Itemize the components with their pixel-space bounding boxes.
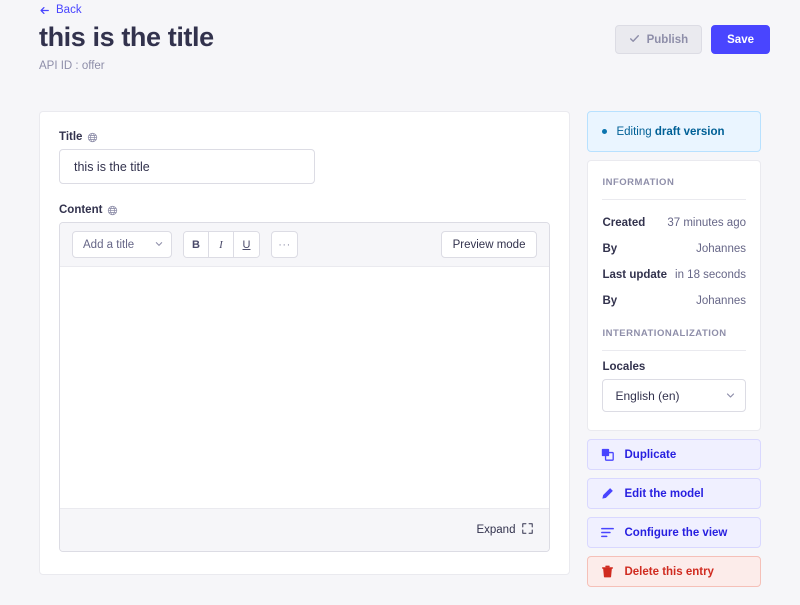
- info-key: By: [602, 243, 617, 255]
- internationalization-section-label: INTERNATIONALIZATION: [602, 328, 746, 351]
- title-label-text: Title: [59, 131, 82, 143]
- heading-select[interactable]: Add a title: [72, 231, 172, 258]
- check-icon: [629, 33, 640, 47]
- save-button[interactable]: Save: [711, 25, 770, 54]
- table-row: Created 37 minutes ago: [602, 210, 746, 236]
- title-field: Title: [59, 131, 550, 184]
- sliders-icon: [601, 526, 614, 539]
- page-title: this is the title: [39, 22, 214, 53]
- back-link[interactable]: Back: [39, 4, 82, 16]
- info-key: Last update: [602, 269, 667, 281]
- editor-toolbar: Add a title B I U ···: [60, 223, 549, 267]
- duplicate-button[interactable]: Duplicate: [587, 439, 761, 470]
- globe-icon: [107, 205, 118, 216]
- header-actions: Publish Save: [615, 20, 770, 54]
- chevron-down-icon: [155, 239, 163, 251]
- header-titles: this is the title API ID : offer: [39, 20, 214, 72]
- bold-button[interactable]: B: [184, 232, 209, 257]
- preview-mode-label: Preview mode: [453, 239, 526, 251]
- info-value: Johannes: [696, 295, 746, 307]
- title-field-label: Title: [59, 131, 550, 143]
- info-key: By: [602, 295, 617, 307]
- content-label-text: Content: [59, 204, 102, 216]
- content-editor-page: Back this is the title API ID : offer Pu…: [0, 0, 800, 605]
- content-layout: Title Content: [39, 111, 761, 587]
- info-value: in 18 seconds: [675, 269, 746, 281]
- edit-model-button[interactable]: Edit the model: [587, 478, 761, 509]
- draft-status-badge: Editing draft version: [587, 111, 761, 152]
- publish-label: Publish: [647, 34, 689, 46]
- information-section-label: INFORMATION: [602, 177, 746, 200]
- locales-label: Locales: [602, 361, 746, 373]
- content-field-label: Content: [59, 204, 550, 216]
- trash-icon: [601, 565, 614, 578]
- page-header: this is the title API ID : offer Publish…: [0, 20, 800, 72]
- chevron-down-icon: [726, 389, 735, 403]
- api-id-label: API ID : offer: [39, 60, 214, 72]
- table-row: By Johannes: [602, 236, 746, 262]
- info-value: Johannes: [696, 243, 746, 255]
- draft-emphasis: draft version: [655, 126, 725, 138]
- expand-icon: [522, 523, 533, 537]
- locale-select-value: English (en): [615, 389, 679, 403]
- publish-button[interactable]: Publish: [615, 25, 703, 54]
- entry-sidebar: Editing draft version INFORMATION Create…: [587, 111, 761, 587]
- title-input[interactable]: [59, 149, 315, 184]
- dot-icon: [602, 129, 607, 134]
- table-row: Last update in 18 seconds: [602, 262, 746, 288]
- information-card: INFORMATION Created 37 minutes ago By Jo…: [587, 160, 761, 431]
- info-value: 37 minutes ago: [667, 217, 746, 229]
- duplicate-icon: [601, 448, 614, 461]
- info-key: Created: [602, 217, 645, 229]
- table-row: By Johannes: [602, 288, 746, 314]
- expand-button[interactable]: Expand: [476, 523, 533, 537]
- save-label: Save: [727, 34, 754, 46]
- edit-model-label: Edit the model: [624, 488, 703, 500]
- back-label: Back: [56, 4, 82, 16]
- underline-button[interactable]: U: [234, 232, 259, 257]
- configure-view-label: Configure the view: [624, 527, 727, 539]
- configure-view-button[interactable]: Configure the view: [587, 517, 761, 548]
- locale-select[interactable]: English (en): [602, 379, 746, 412]
- expand-label: Expand: [476, 524, 515, 536]
- editor-text-area[interactable]: [60, 267, 549, 508]
- globe-icon: [87, 132, 98, 143]
- duplicate-label: Duplicate: [624, 449, 676, 461]
- delete-entry-button[interactable]: Delete this entry: [587, 556, 761, 587]
- ellipsis-icon[interactable]: ···: [271, 231, 298, 258]
- draft-status-text: Editing draft version: [616, 126, 724, 138]
- italic-button[interactable]: I: [209, 232, 234, 257]
- delete-entry-label: Delete this entry: [624, 566, 713, 578]
- arrow-left-icon: [39, 5, 50, 16]
- heading-select-value: Add a title: [83, 239, 134, 251]
- text-format-group: B I U: [183, 231, 260, 258]
- preview-mode-button[interactable]: Preview mode: [441, 231, 538, 258]
- draft-prefix: Editing: [616, 126, 654, 138]
- content-field: Content Add a title: [59, 204, 550, 552]
- pencil-icon: [601, 487, 614, 500]
- entry-form-card: Title Content: [39, 111, 570, 575]
- rich-text-editor: Add a title B I U ···: [59, 222, 550, 552]
- editor-footer: Expand: [60, 508, 549, 551]
